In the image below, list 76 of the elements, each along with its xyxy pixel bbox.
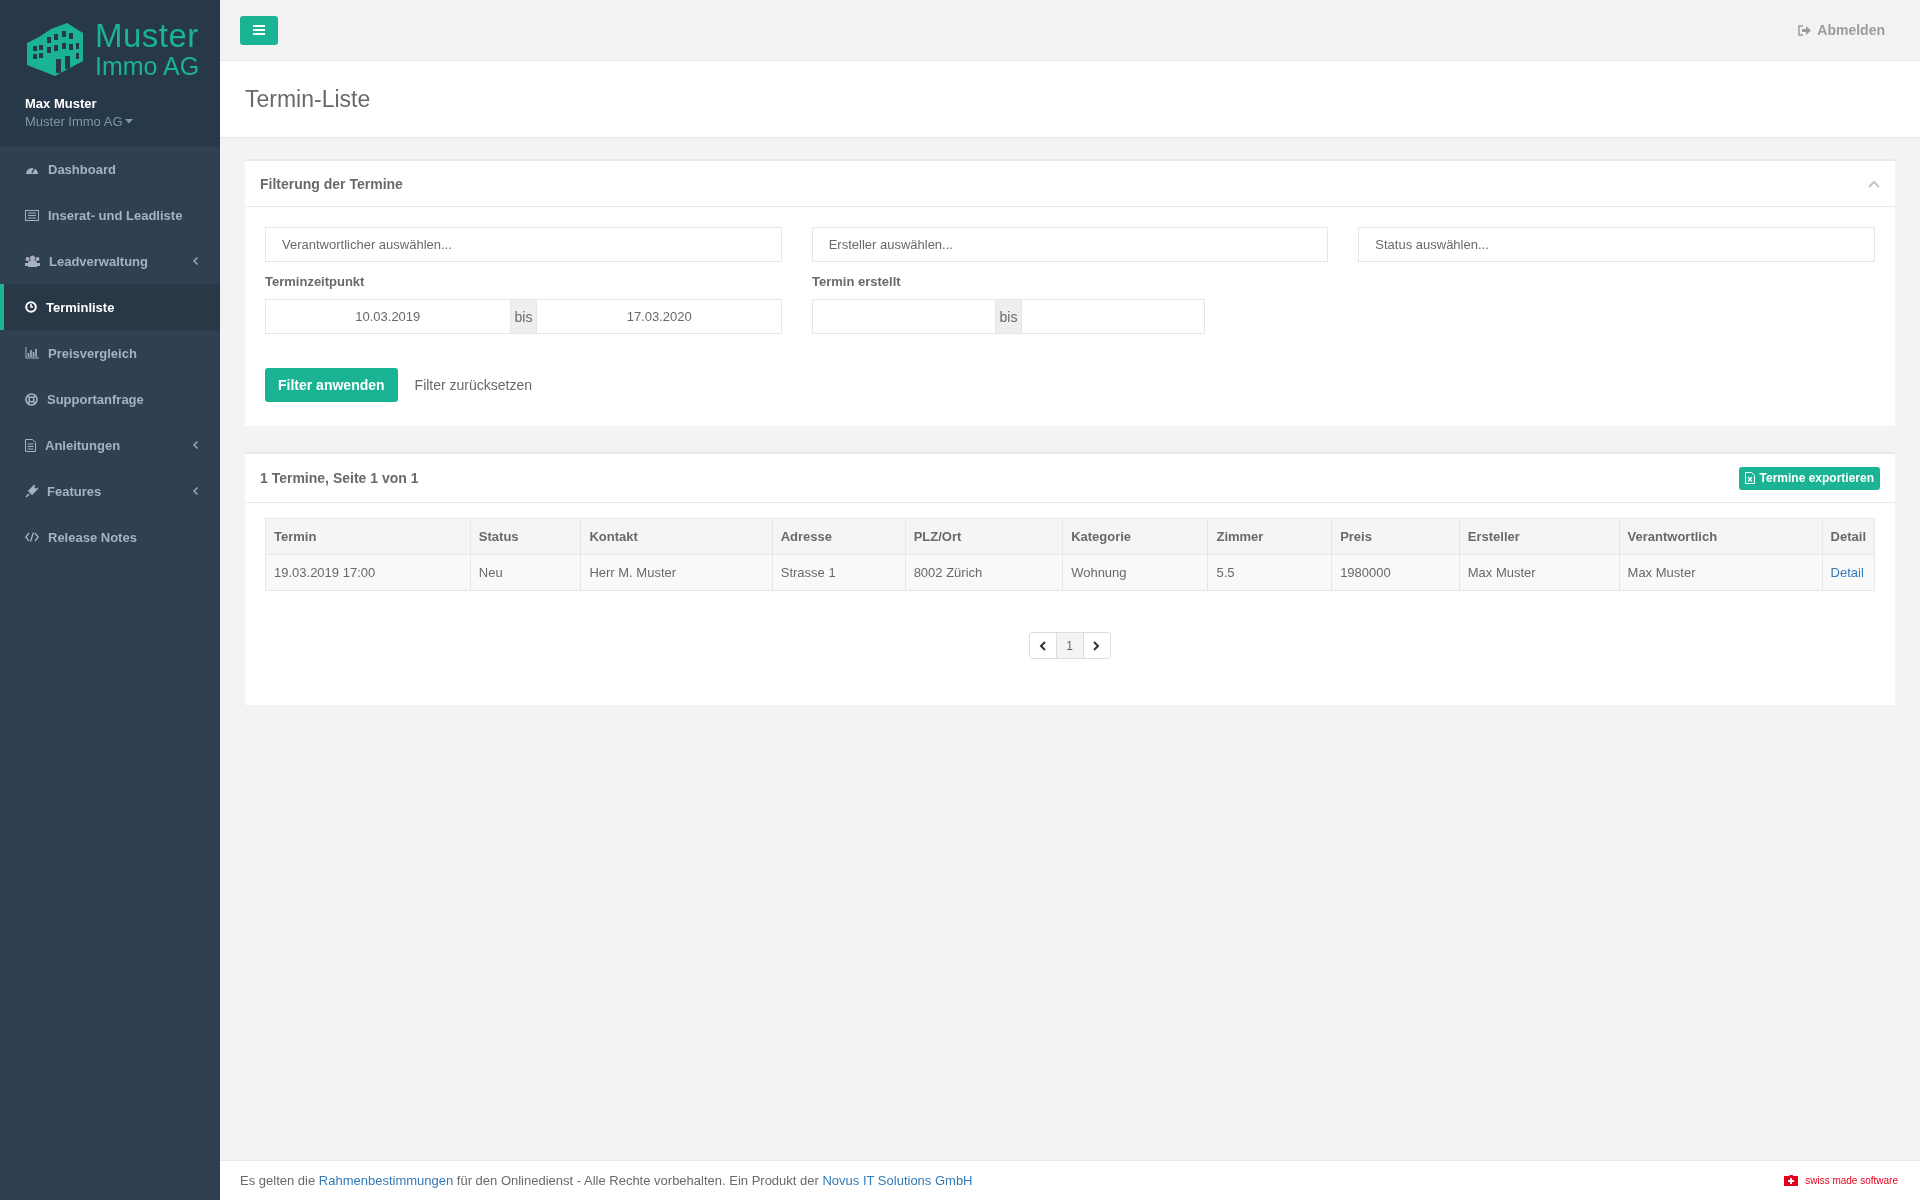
users-icon [25, 255, 40, 267]
table-cell: Max Muster [1459, 554, 1620, 591]
bar-chart-icon [25, 347, 39, 359]
company-dropdown[interactable]: Muster Immo AG [25, 114, 133, 129]
code-icon [25, 532, 39, 542]
select-field[interactable]: Status auswählen... [1358, 227, 1875, 262]
footer-text: Es gelten die Rahmenbestimmungen für den Onlinedienst - Alle Rechte vorbehalten. Ein Produkt der Novus IT Solutions GmbH [240, 1173, 973, 1188]
table-cell: Strasse 1 [772, 554, 906, 591]
chevron-right-icon [1093, 640, 1100, 651]
clock-icon [25, 301, 37, 313]
nav-item[interactable]: Dashboard [0, 146, 220, 192]
results-summary: 1 Termine, Seite 1 von 1 [260, 470, 419, 486]
logout-link[interactable]: Abmelden [1798, 22, 1885, 38]
column-header: Kategorie [1062, 518, 1208, 555]
page-title: Termin-Liste [245, 85, 371, 113]
chevron-left-icon [1039, 640, 1046, 651]
date-field[interactable] [812, 299, 996, 334]
column-header: Verantwortlich [1619, 518, 1823, 555]
select-field[interactable]: Ersteller auswählen... [811, 227, 1329, 262]
next-page-button[interactable] [1082, 632, 1111, 659]
plug-icon [25, 484, 38, 498]
panel-title: Filterung der Termine [260, 175, 403, 192]
swiss-flag-icon [1784, 1175, 1799, 1186]
select-field[interactable]: Verantwortlicher auswählen... [265, 227, 782, 262]
field-label: Terminzeitpunkt [265, 274, 366, 289]
nav-item[interactable]: Inserat- und Leadliste [0, 192, 220, 238]
date-field[interactable]: 10.03.2019 [265, 299, 511, 334]
nav-item[interactable]: Release Notes [0, 514, 220, 560]
column-header: Adresse [772, 518, 906, 555]
column-header: Termin [265, 518, 471, 555]
range-separator: bis [510, 299, 537, 334]
table-cell: 5.5 [1207, 554, 1332, 591]
table-cell: Herr M. Muster [580, 554, 773, 591]
table-cell: 1980000 [1331, 554, 1460, 591]
table-cell: Neu [470, 554, 581, 591]
date-field[interactable]: 17.03.2020 [536, 299, 782, 334]
reset-filter-link[interactable]: Filter zurücksetzen [414, 377, 533, 393]
table-cell: 19.03.2019 17:00 [265, 554, 471, 591]
spreadsheet-file-icon [1744, 472, 1755, 484]
menu-button[interactable] [240, 15, 278, 45]
table-cell: Max Muster [1619, 554, 1823, 591]
footer-link[interactable]: Novus IT Solutions GmbH [822, 1173, 973, 1188]
swiss-made-label: swiss made software [1805, 1175, 1898, 1186]
table-cell: 8002 Zürich [905, 554, 1063, 591]
table-cell: Wohnung [1062, 554, 1208, 591]
column-header: Detail [1822, 518, 1875, 555]
list-icon [25, 209, 39, 221]
nav-item[interactable]: Anleitungen [0, 422, 220, 468]
lifebuoy-icon [25, 392, 38, 406]
logo-text: Immo AG [95, 54, 200, 79]
column-header: Zimmer [1207, 518, 1332, 555]
nav-item[interactable]: Leadverwaltung [0, 238, 220, 284]
nav-item[interactable]: Features [0, 468, 220, 514]
nav-item[interactable]: Preisvergleich [0, 330, 220, 376]
column-header: Kontakt [580, 518, 773, 555]
apply-filter-button[interactable]: Filter anwenden [265, 368, 398, 402]
column-header: PLZ/Ort [905, 518, 1063, 555]
sign-out-icon [1798, 24, 1812, 36]
column-header: Preis [1331, 518, 1460, 555]
user-name: Max Muster [25, 96, 97, 111]
nav-item[interactable]: Terminliste [0, 284, 220, 330]
column-header: Status [470, 518, 581, 555]
previous-page-button[interactable] [1028, 632, 1057, 659]
footer-link[interactable]: Rahmenbestimmungen [318, 1173, 454, 1188]
column-header: Ersteller [1459, 518, 1620, 555]
caret-icon [124, 119, 133, 124]
range-separator: bis [995, 299, 1022, 334]
field-label: Termin erstellt [812, 274, 902, 289]
date-field[interactable] [1021, 299, 1205, 334]
logo-text: Muster [95, 19, 200, 52]
document-icon [25, 438, 36, 452]
export-button[interactable]: Termine exportieren [1738, 466, 1880, 490]
nav-item[interactable]: Supportanfrage [0, 376, 220, 422]
menu-icon [253, 25, 265, 35]
chevron-up-icon[interactable] [1868, 179, 1880, 188]
page-button[interactable]: 1 [1055, 632, 1084, 659]
